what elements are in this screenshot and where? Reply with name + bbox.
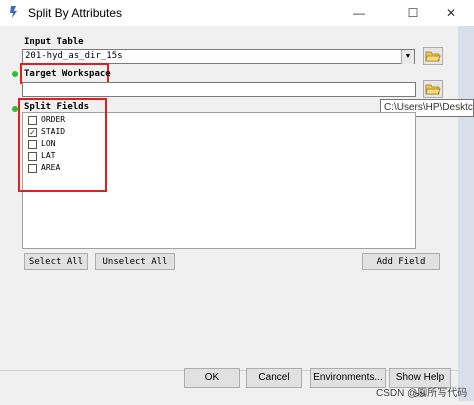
required-indicator-icon: [12, 71, 18, 77]
environments-button[interactable]: Environments...: [310, 368, 386, 388]
window-title: Split By Attributes: [28, 6, 123, 20]
field-label: ORDER: [41, 115, 66, 124]
folder-open-icon: [425, 51, 441, 62]
field-label: LAT: [41, 151, 56, 160]
input-table-value: 201-hyd_as_dir_15s: [25, 51, 123, 61]
folder-open-icon: [425, 84, 441, 95]
input-table-browse-button[interactable]: [423, 47, 443, 65]
title-bar: Split By Attributes — ☐ ✕: [0, 0, 474, 26]
input-table-label: Input Table: [24, 37, 84, 47]
add-field-button[interactable]: Add Field: [362, 253, 440, 270]
select-all-button[interactable]: Select All: [24, 253, 88, 270]
checkbox[interactable]: [28, 116, 37, 125]
checkbox[interactable]: ✓: [28, 128, 37, 137]
input-table-dropdown[interactable]: 201-hyd_as_dir_15s ▼: [22, 49, 415, 64]
field-label: AREA: [41, 163, 61, 172]
field-label: STAID: [41, 127, 66, 136]
checkbox[interactable]: [28, 164, 37, 173]
target-workspace-input[interactable]: [22, 82, 416, 97]
ok-button[interactable]: OK: [184, 368, 240, 388]
unselect-all-button[interactable]: Unselect All: [95, 253, 175, 270]
chevron-down-icon[interactable]: ▼: [401, 50, 414, 64]
arcgis-tool-icon: [10, 6, 17, 18]
background-window-strip: [458, 26, 474, 401]
target-workspace-browse-button[interactable]: [423, 80, 443, 98]
minimize-button[interactable]: —: [336, 0, 382, 26]
checkbox[interactable]: [28, 152, 37, 161]
field-label: LON: [41, 139, 56, 148]
target-workspace-label: Target Workspace: [24, 69, 111, 79]
cancel-button[interactable]: Cancel: [246, 368, 302, 388]
checkbox[interactable]: [28, 140, 37, 149]
close-button[interactable]: ✕: [428, 0, 474, 26]
watermark: CSDN @厕所写代码: [376, 388, 468, 399]
